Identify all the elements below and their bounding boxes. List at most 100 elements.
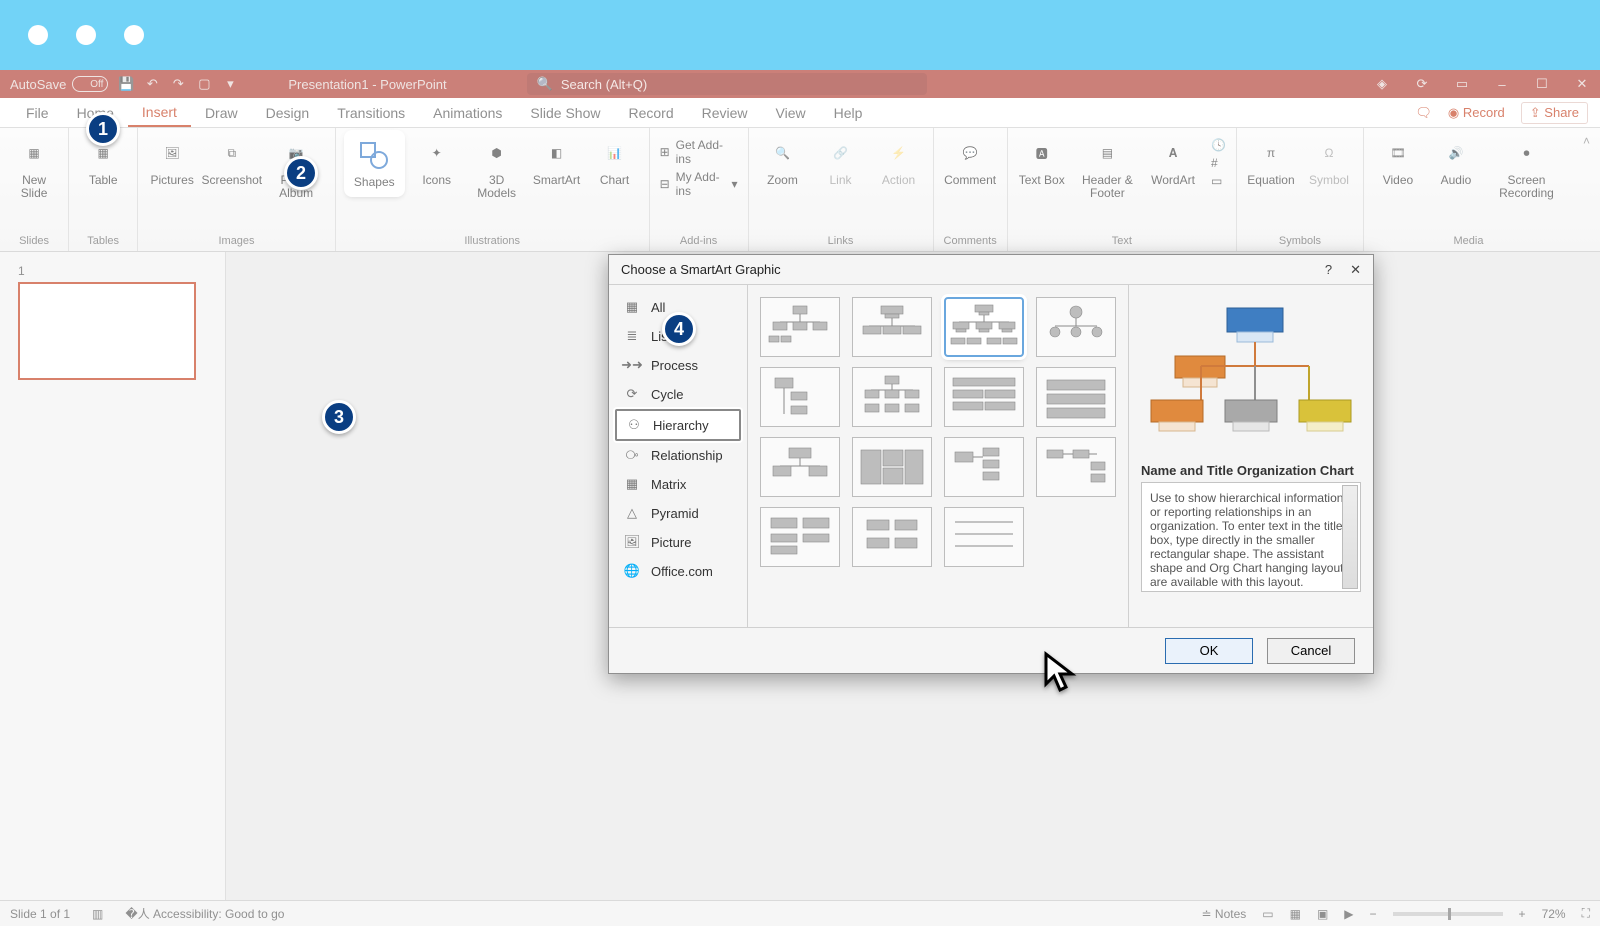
new-slide-button[interactable]: ▦New Slide [10,132,58,200]
layout-15[interactable] [944,507,1024,567]
cat-process[interactable]: ➜➜Process [615,351,741,380]
audio-button[interactable]: 🔊Audio [1432,132,1480,187]
cancel-button[interactable]: Cancel [1267,638,1355,664]
diamond-icon[interactable]: ◈ [1374,76,1390,92]
layout-2[interactable] [852,297,932,357]
search-box[interactable]: 🔍 Search (Alt+Q) [527,73,927,95]
cat-picture[interactable]: 🖼Picture [615,528,741,557]
slide-canvas[interactable]: Choose a SmartArt Graphic ? ✕ ▦All ≣List… [226,252,1600,900]
tab-transitions[interactable]: Transitions [323,98,419,127]
comments-pane-icon[interactable]: 🗨 [1415,105,1432,121]
traffic-close[interactable] [28,25,48,45]
header-footer-button[interactable]: ▤Header & Footer [1076,132,1139,200]
record-button[interactable]: ◉ Record [1448,105,1505,121]
qat-more-icon[interactable]: ▾ [222,76,238,92]
cat-matrix[interactable]: ▦Matrix [615,470,741,499]
video-button[interactable]: 🎞Video [1374,132,1422,187]
text-box-button[interactable]: 🅰Text Box [1018,132,1066,187]
cat-cycle[interactable]: ⟳Cycle [615,380,741,409]
tab-slideshow[interactable]: Slide Show [516,98,614,127]
save-icon[interactable]: 💾 [118,76,134,92]
tab-draw[interactable]: Draw [191,98,252,127]
search-placeholder: Search (Alt+Q) [561,77,647,92]
cat-pyramid[interactable]: △Pyramid [615,499,741,528]
layout-4[interactable] [1036,297,1116,357]
equation-button[interactable]: πEquation [1247,132,1295,187]
3d-models-button[interactable]: ⬢3D Models [471,132,523,200]
tab-file[interactable]: File [12,98,63,127]
view-slideshow-icon[interactable]: ▶ [1344,907,1353,921]
preview-image [1141,295,1361,455]
icons-button[interactable]: ✦Icons [413,132,461,187]
my-addins-button[interactable]: ⊟ My Add-ins ▾ [660,170,738,198]
window-layout-icon[interactable]: ▭ [1454,76,1470,92]
ok-button[interactable]: OK [1165,638,1253,664]
layout-13[interactable] [760,507,840,567]
layout-10[interactable] [852,437,932,497]
redo-icon[interactable]: ↷ [170,76,186,92]
share-button[interactable]: ⇪ Share [1521,102,1588,124]
smartart-button[interactable]: ◧SmartArt [533,132,581,187]
zoom-slider[interactable] [1393,912,1503,916]
notes-button[interactable]: ≐ Notes [1202,907,1247,921]
from-beginning-icon[interactable]: ▢ [196,76,212,92]
slide-thumbnail-1[interactable] [18,282,196,380]
zoom-out-icon[interactable]: − [1370,907,1377,921]
pictures-button[interactable]: 🖼Pictures [148,132,196,187]
minimize-icon[interactable]: – [1494,76,1510,92]
layout-5[interactable] [760,367,840,427]
tab-insert[interactable]: Insert [128,98,191,127]
tab-design[interactable]: Design [252,98,324,127]
shapes-button[interactable]: Shapes [346,132,403,195]
comment-button[interactable]: 💬Comment [944,132,996,187]
layout-9[interactable] [760,437,840,497]
slide-number-icon[interactable]: # [1211,156,1218,170]
cat-relationship[interactable]: ⧂Relationship [615,441,741,470]
cat-hierarchy[interactable]: ⚇Hierarchy [615,409,741,441]
autosave-toggle[interactable]: AutoSave Off [10,76,108,92]
traffic-minimize[interactable] [76,25,96,45]
view-reading-icon[interactable]: ▣ [1317,907,1328,921]
search-icon: 🔍 [537,76,553,92]
wordart-button[interactable]: 𝐀WordArt [1149,132,1197,187]
symbol-button: ΩSymbol [1305,132,1353,187]
layout-6[interactable] [852,367,932,427]
layout-11[interactable] [944,437,1024,497]
cat-office[interactable]: 🌐Office.com [615,557,741,586]
maximize-icon[interactable]: ☐ [1534,76,1550,92]
tab-review[interactable]: Review [688,98,762,127]
zoom-in-icon[interactable]: + [1519,907,1526,921]
tab-view[interactable]: View [762,98,820,127]
fit-to-window-icon[interactable]: ⛶ [1582,906,1590,921]
date-time-icon[interactable]: 🕓 [1211,138,1226,152]
status-lang-icon[interactable]: ▥ [92,907,103,921]
view-normal-icon[interactable]: ▭ [1262,907,1273,921]
close-icon[interactable]: ✕ [1574,76,1590,92]
tab-help[interactable]: Help [820,98,877,127]
slide-thumbnail-pane[interactable]: 1 [0,252,226,900]
status-bar: Slide 1 of 1 ▥ �人 Accessibility: Good to… [0,900,1600,926]
traffic-zoom[interactable] [124,25,144,45]
dialog-close-icon[interactable]: ✕ [1350,262,1361,278]
object-icon[interactable]: ▭ [1211,174,1222,188]
dialog-help-icon[interactable]: ? [1325,262,1332,278]
tab-record[interactable]: Record [614,98,687,127]
zoom-button[interactable]: 🔍Zoom [759,132,807,187]
layout-3-selected[interactable] [944,297,1024,357]
undo-icon[interactable]: ↶ [144,76,160,92]
collapse-ribbon-icon[interactable]: ˄ [1573,128,1600,251]
layout-14[interactable] [852,507,932,567]
zoom-value[interactable]: 72% [1542,907,1566,921]
layout-7[interactable] [944,367,1024,427]
chart-button[interactable]: 📊Chart [591,132,639,187]
status-accessibility[interactable]: �人 Accessibility: Good to go [125,905,284,922]
layout-12[interactable] [1036,437,1116,497]
tab-animations[interactable]: Animations [419,98,516,127]
screenshot-button[interactable]: ⧉Screenshot [206,132,257,187]
layout-1[interactable] [760,297,840,357]
layout-8[interactable] [1036,367,1116,427]
sync-icon[interactable]: ⟳ [1414,76,1430,92]
view-sorter-icon[interactable]: ▦ [1290,907,1301,921]
get-addins-button[interactable]: ⊞ Get Add-ins [660,138,738,166]
screen-recording-button[interactable]: ⏺Screen Recording [1490,132,1563,200]
